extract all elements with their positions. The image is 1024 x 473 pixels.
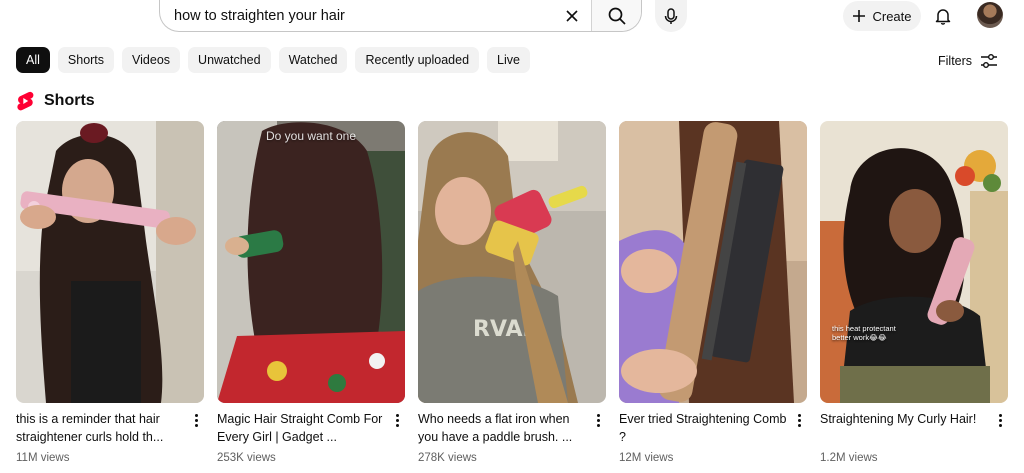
short-card[interactable]: RVAN Who needs a flat iron when you have… <box>418 121 606 464</box>
search-button[interactable] <box>591 0 641 31</box>
more-actions-button[interactable] <box>992 410 1008 430</box>
shorts-shelf: this is a reminder that hair straightene… <box>16 121 1008 464</box>
more-actions-button[interactable] <box>188 410 204 430</box>
chip-watched[interactable]: Watched <box>278 47 348 73</box>
notifications-button[interactable] <box>928 1 958 31</box>
short-views: 11M views <box>16 452 70 464</box>
chip-shorts[interactable]: Shorts <box>57 47 115 73</box>
short-title[interactable]: Ever tried Straightening Comb ? <box>619 410 791 446</box>
voice-search-button[interactable] <box>655 0 687 32</box>
filters-button[interactable]: Filters <box>938 48 998 74</box>
more-actions-button[interactable] <box>791 410 807 430</box>
more-vert-icon <box>998 413 1002 417</box>
shorts-section-header: Shorts <box>16 91 95 111</box>
short-thumbnail[interactable]: RVAN <box>418 121 606 403</box>
short-thumbnail[interactable]: Do you want one <box>217 121 405 403</box>
create-button[interactable]: Create <box>843 1 921 31</box>
short-views: 1.2M views <box>820 452 878 464</box>
more-vert-icon <box>395 413 399 417</box>
search-input[interactable] <box>160 0 557 31</box>
create-label: Create <box>872 8 912 24</box>
clear-search-button[interactable] <box>557 1 587 31</box>
short-title[interactable]: this is a reminder that hair straightene… <box>16 410 188 446</box>
short-thumbnail[interactable]: this heat protectant better work😂😂 <box>820 121 1008 403</box>
filter-chips-bar: All Shorts Videos Unwatched Watched Rece… <box>16 47 530 73</box>
short-thumbnail[interactable] <box>619 121 807 403</box>
chip-recently-uploaded[interactable]: Recently uploaded <box>355 47 480 73</box>
sliders-icon <box>981 54 998 68</box>
chip-unwatched[interactable]: Unwatched <box>188 47 271 73</box>
bell-icon <box>935 9 951 25</box>
microphone-icon <box>664 8 678 24</box>
thumbnail-overlay-text: Do you want one <box>265 129 357 143</box>
filters-label: Filters <box>938 54 973 68</box>
close-icon <box>566 9 578 22</box>
search-icon <box>608 7 626 25</box>
search-box <box>159 0 642 32</box>
avatar[interactable] <box>977 2 1003 28</box>
more-vert-icon <box>194 413 198 417</box>
short-views: 278K views <box>418 452 477 464</box>
short-views: 253K views <box>217 452 276 464</box>
short-card[interactable]: Do you want one Magic Hair Straight Comb… <box>217 121 405 464</box>
short-title[interactable]: Who needs a flat iron when you have a pa… <box>418 410 590 446</box>
shorts-logo-icon <box>17 91 34 111</box>
more-actions-button[interactable] <box>389 410 405 430</box>
short-card[interactable]: this is a reminder that hair straightene… <box>16 121 204 464</box>
short-views: 12M views <box>619 452 674 464</box>
more-vert-icon <box>797 413 801 417</box>
short-card[interactable]: this heat protectant better work😂😂 Strai… <box>820 121 1008 464</box>
chip-live[interactable]: Live <box>487 47 530 73</box>
shorts-section-title: Shorts <box>44 92 95 109</box>
short-title[interactable]: Straightening My Curly Hair! <box>820 410 992 446</box>
thumbnail-overlay-text: this heat protectant better work😂😂 <box>832 324 896 342</box>
short-thumbnail[interactable] <box>16 121 204 403</box>
more-actions-button[interactable] <box>590 410 606 430</box>
short-title[interactable]: Magic Hair Straight Comb For Every Girl … <box>217 410 389 446</box>
short-card[interactable]: Ever tried Straightening Comb ? 12M view… <box>619 121 807 464</box>
plus-icon <box>853 10 866 22</box>
more-vert-icon <box>596 413 600 417</box>
chip-videos[interactable]: Videos <box>122 47 181 73</box>
chip-all[interactable]: All <box>16 47 50 73</box>
